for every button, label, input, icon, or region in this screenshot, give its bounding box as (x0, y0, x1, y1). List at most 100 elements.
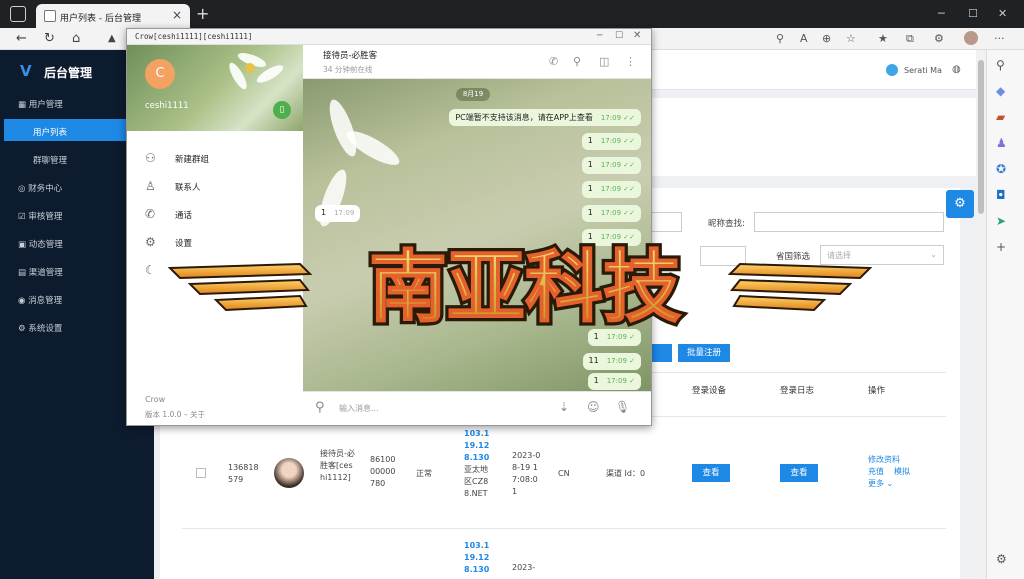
more-actions-link[interactable]: 更多 ⌄ (868, 478, 893, 490)
brand-logo-icon: V (20, 62, 32, 80)
edge-tag-icon[interactable]: ◆ (996, 84, 1005, 98)
extensions-icon[interactable]: ⚙ (934, 32, 944, 45)
edge-outlook-icon[interactable]: ◘ (996, 188, 1006, 202)
row2-ip[interactable]: 103.119.128.130 (464, 540, 494, 576)
settings-fab-icon[interactable]: ⚙ (946, 190, 974, 218)
row-checkbox[interactable] (196, 468, 206, 478)
new-tab-button[interactable]: + (196, 4, 209, 23)
menu-calls[interactable]: 通话 (175, 209, 192, 221)
calls-icon: ✆ (145, 207, 156, 221)
edge-search-icon[interactable]: ⚲ (996, 58, 1005, 72)
chat-name[interactable]: 接待员-必胜客 (323, 49, 377, 61)
edit-profile-link[interactable]: 修改资料 (868, 454, 900, 466)
chat-menu-icon[interactable]: ⋮ (625, 55, 636, 68)
account-avatar[interactable]: C (145, 59, 175, 89)
row-user-id: 136818579 (228, 463, 259, 484)
messenger-window-title: Crow[ceshi1111][ceshi1111] (135, 32, 253, 41)
favorite-add-icon[interactable]: ☆ (846, 32, 856, 45)
message-input[interactable]: 输入消息... (339, 403, 379, 414)
zoom-icon[interactable]: ⊕ (822, 32, 831, 45)
menu-settings[interactable]: ⚙ 系统设置 (18, 322, 62, 334)
message-bubble[interactable]: 1 17:09 ✓✓ (581, 133, 641, 150)
tab-close-icon[interactable]: × (172, 8, 182, 22)
bg-petal (324, 96, 362, 160)
recharge-link[interactable]: 充值 (868, 466, 884, 478)
menu-message[interactable]: ◉ 消息管理 (18, 294, 62, 306)
call-icon[interactable]: ✆ (549, 55, 558, 68)
app-version[interactable]: 版本 1.0.0 – 关于 (145, 409, 205, 420)
message-bubble[interactable]: 1 17:09 ✓✓ (581, 157, 641, 174)
menu-user-list[interactable]: 用户列表 (33, 126, 67, 138)
contacts-icon: ♙ (145, 179, 156, 193)
favorites-icon[interactable]: ★ (878, 32, 888, 45)
collections-icon[interactable]: ⧉ (906, 32, 914, 46)
edge-office-icon[interactable]: ✪ (996, 162, 1006, 176)
row-ip[interactable]: 103.119.128.130 (464, 428, 494, 464)
message-bubble[interactable]: 1 17:09 ✓✓ (581, 181, 641, 198)
attach-icon[interactable]: ⚲ (315, 400, 325, 415)
menu-group-management[interactable]: 群聊管理 (33, 154, 67, 166)
search-icon[interactable]: ⚲ (776, 32, 784, 45)
header-user-name[interactable]: Serati Ma (904, 66, 942, 75)
menu-contacts[interactable]: 联系人 (175, 181, 201, 193)
user-avatar-icon[interactable] (886, 64, 898, 76)
user-avatar (274, 458, 304, 488)
edge-people-icon[interactable]: ♟ (996, 136, 1007, 150)
brand-title: 后台管理 (44, 66, 93, 80)
edge-briefcase-icon[interactable]: ▰ (996, 110, 1005, 124)
menu-user-management[interactable]: ▦ 用户管理 (18, 98, 63, 110)
home-icon[interactable]: ⌂ (72, 31, 80, 46)
edge-settings-icon[interactable]: ⚙ (996, 552, 1007, 566)
message-bubble[interactable]: 1 17:09 ✓✓ (581, 205, 641, 222)
tg-close-icon[interactable]: ✕ (633, 30, 641, 41)
incoming-message-bubble[interactable]: 1 17:09 (315, 205, 361, 222)
emoji-icon[interactable]: ☺ (587, 400, 600, 414)
message-composer: ⚲ 输入消息... ⇣ ☺ 🎙 (303, 391, 651, 425)
view-device-button[interactable]: 查看 (692, 464, 730, 482)
banner-text: 南亚科技 (369, 243, 681, 333)
back-icon[interactable]: ← (16, 31, 27, 46)
language-icon[interactable]: ◍ (952, 64, 961, 75)
menu-channel[interactable]: ▤ 渠道管理 (18, 266, 63, 278)
tab-user-list[interactable]: 用户列表 - 后台管理 × (36, 4, 190, 28)
edge-add-icon[interactable]: + (996, 240, 1006, 254)
column-login-log: 登录日志 (780, 386, 815, 396)
microphone-icon[interactable]: 🎙 (615, 400, 630, 414)
edge-send-icon[interactable]: ➤ (996, 214, 1006, 228)
scrollbar-thumb[interactable] (978, 60, 984, 214)
messenger-window: Crow[ceshi1111][ceshi1111] ─ ☐ ✕ C ceshi… (126, 28, 652, 426)
menu-moments[interactable]: ▣ 动态管理 (18, 238, 63, 250)
tab-actions-icon[interactable] (10, 6, 26, 22)
batch-register-button[interactable]: 批量注册 (678, 344, 730, 362)
insecure-warning-icon[interactable]: ▲ (108, 33, 116, 44)
close-window-icon[interactable]: ✕ (998, 7, 1007, 20)
maximize-icon[interactable]: ☐ (968, 7, 978, 20)
overlay-banner: 南亚科技 南亚科技 (167, 239, 873, 337)
refresh-icon[interactable]: ↻ (44, 31, 55, 46)
menu-new-group[interactable]: 新建群组 (175, 153, 209, 165)
simulate-link[interactable]: 模拟 (894, 466, 910, 478)
profile-avatar[interactable] (964, 31, 978, 45)
tg-minimize-icon[interactable]: ─ (597, 31, 602, 41)
menu-finance[interactable]: ◎ 财务中心 (18, 182, 62, 194)
date-separator: 8月19 (456, 88, 490, 101)
column-action: 操作 (868, 386, 886, 396)
message-bubble[interactable]: 11 17:09 ✓ (582, 353, 641, 370)
commands-icon[interactable]: ⇣ (559, 400, 569, 414)
night-mode-icon[interactable]: ☾ (145, 263, 156, 277)
more-icon[interactable]: ··· (994, 32, 1005, 45)
tab-title: 用户列表 - 后台管理 (60, 14, 141, 24)
row-code: 8610000000780 (370, 455, 396, 488)
read-aloud-icon[interactable]: A (800, 32, 808, 45)
menu-review[interactable]: ☑ 审核管理 (18, 210, 62, 222)
sidebar-toggle-icon[interactable]: ◫ (599, 55, 609, 68)
message-bubble[interactable]: 1 17:09 ✓ (587, 373, 641, 390)
tg-maximize-icon[interactable]: ☐ (615, 31, 623, 41)
browser-tab-bar: 用户列表 - 后台管理 × + ─ ☐ ✕ (0, 0, 1024, 28)
message-bubble[interactable]: PC端暂不支持该消息，请在APP上查看 17:09 ✓✓ (449, 109, 641, 126)
saved-messages-icon[interactable]: ▯ (273, 101, 291, 119)
chat-search-icon[interactable]: ⚲ (573, 55, 581, 68)
view-log-button[interactable]: 查看 (780, 464, 818, 482)
minimize-icon[interactable]: ─ (938, 7, 945, 20)
page-scrollbar[interactable] (976, 50, 986, 579)
